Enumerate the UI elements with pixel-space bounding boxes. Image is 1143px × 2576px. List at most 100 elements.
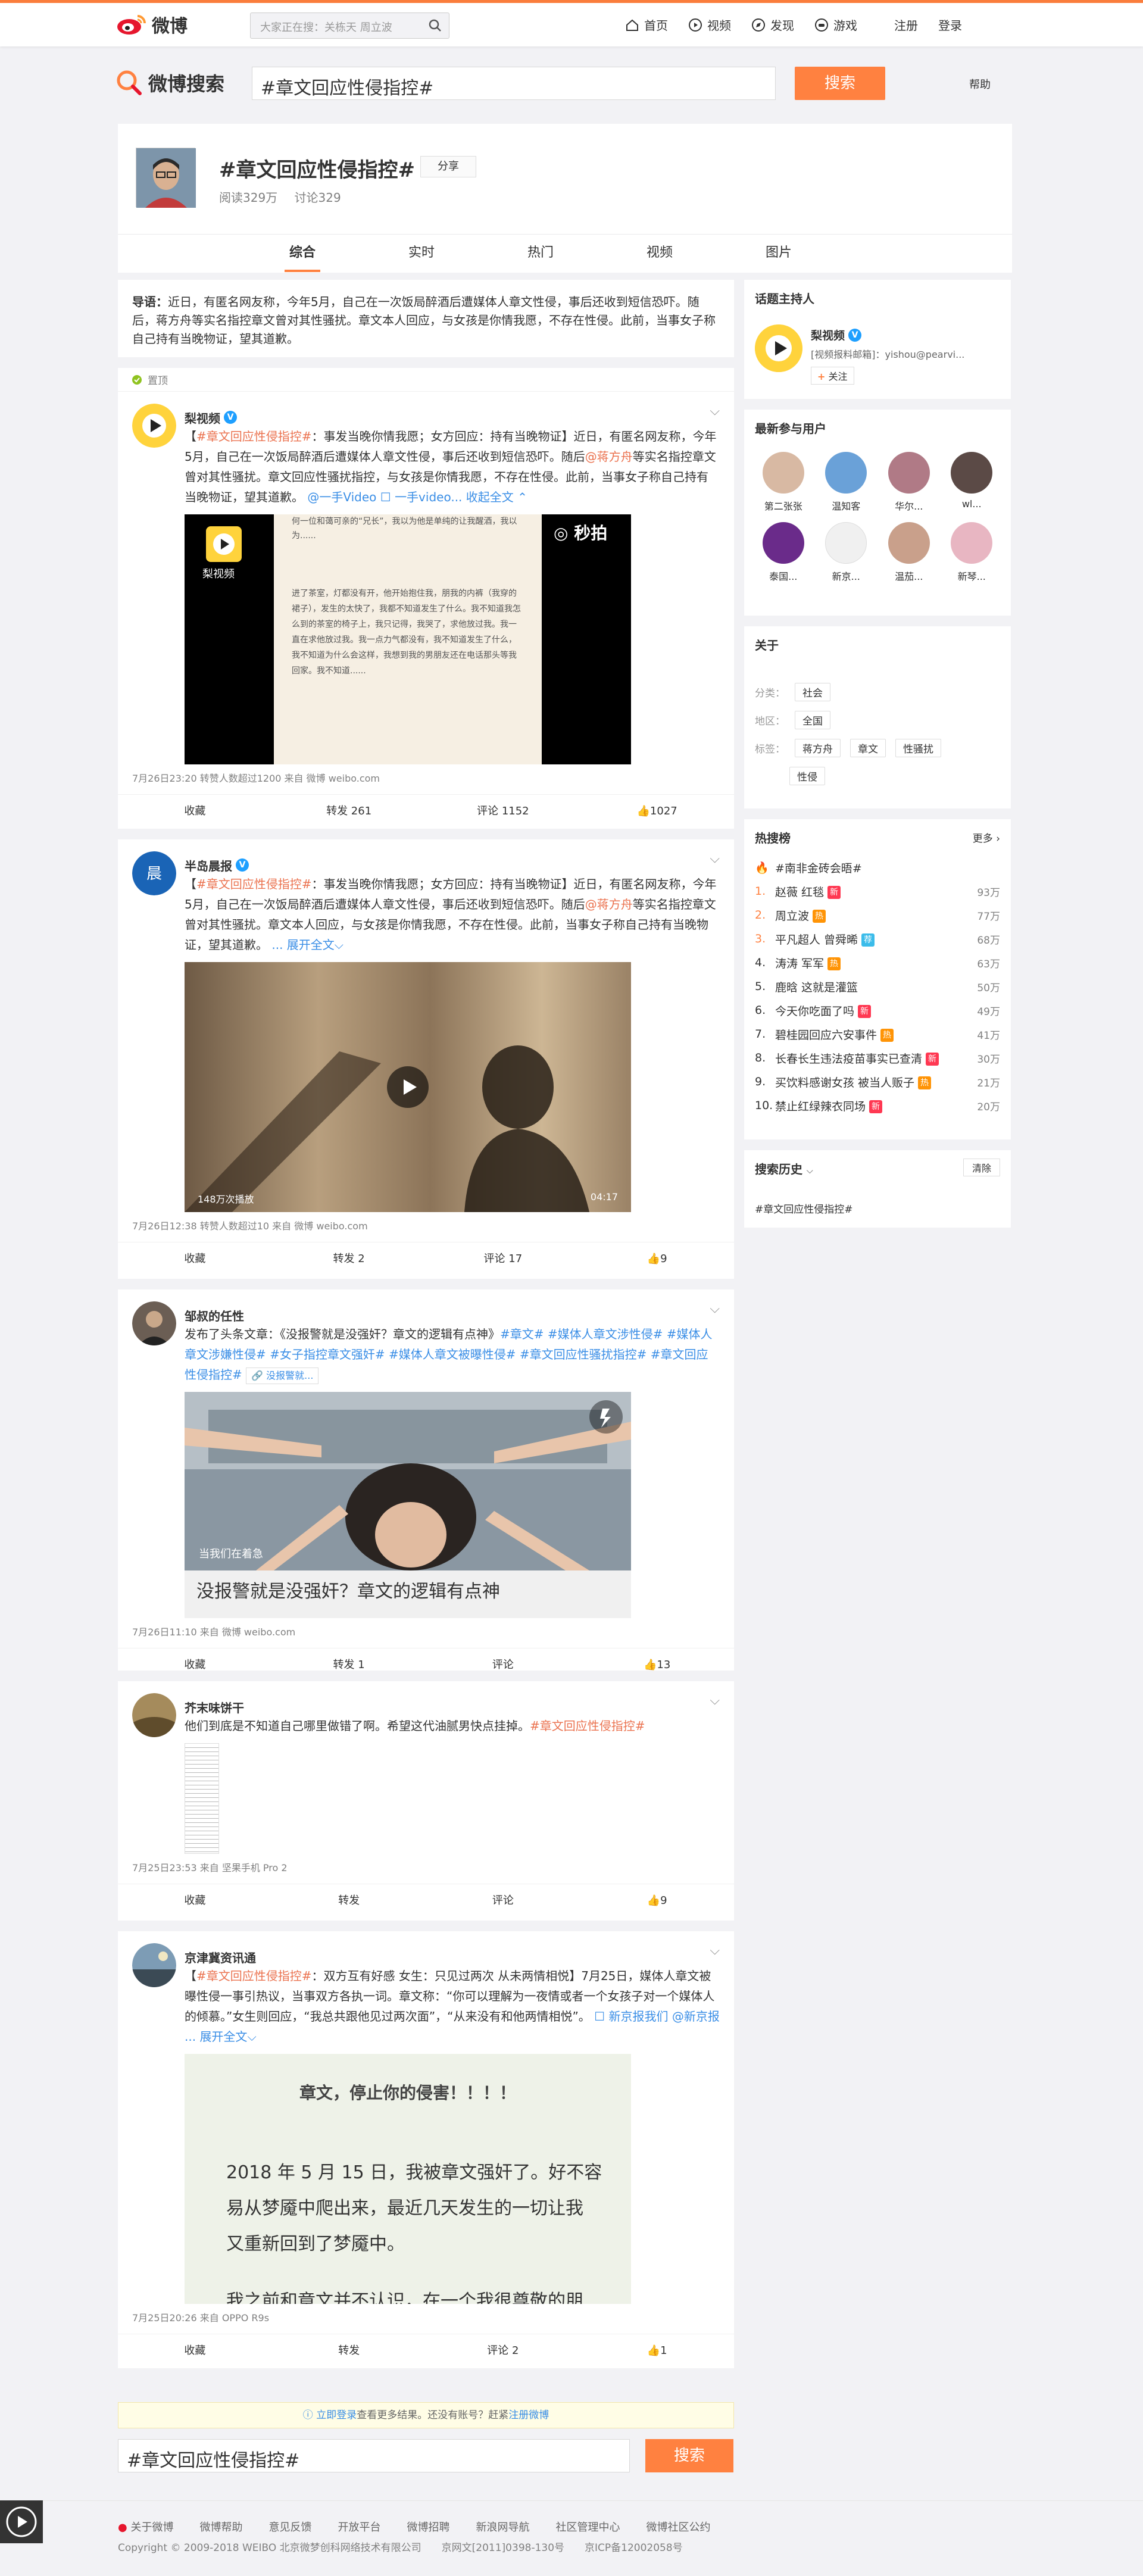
hot-search-item[interactable]: 9. 买饮料感谢女孩 被当人贩子热 21万 <box>755 1070 1000 1094</box>
search-query-input[interactable]: #章文回应性侵指控# <box>252 67 776 100</box>
tab-video[interactable]: 视频 <box>600 235 719 272</box>
avatar[interactable] <box>888 452 930 494</box>
repost-button[interactable]: 转发 2 <box>272 1242 426 1275</box>
participant-name[interactable]: 华尔... <box>895 501 923 512</box>
avatar[interactable] <box>132 1693 176 1737</box>
chevron-down-icon[interactable]: ⌵ <box>807 1166 813 1176</box>
mention-link[interactable]: @新京报 <box>672 2009 720 2024</box>
video-player[interactable]: 148万次播放 04:17 <box>185 962 631 1212</box>
share-button[interactable]: 分享 <box>420 156 476 177</box>
tab-all[interactable]: 综合 <box>243 235 362 272</box>
chevron-down-icon[interactable]: ⌵ <box>710 404 720 419</box>
participant-name[interactable]: 温茄... <box>895 571 923 582</box>
participant-name[interactable]: 温知客 <box>832 501 860 512</box>
post-thumbnail-image[interactable] <box>185 1743 219 1854</box>
post-username-text[interactable]: 芥末味饼干 <box>185 1698 244 1716</box>
expand-link[interactable]: ... 展开全文⌵ <box>271 938 343 952</box>
nav-game[interactable]: 游戏 <box>814 16 857 33</box>
expand-link[interactable]: ... 展开全文⌵ <box>185 2029 257 2044</box>
footer-link[interactable]: 社区管理中心 <box>555 2519 620 2534</box>
floating-player-button[interactable] <box>0 2500 43 2543</box>
post-username[interactable]: 梨视频 V <box>185 409 237 426</box>
hot-search-item[interactable]: 7. 碧桂园回应六安事件热 41万 <box>755 1022 1000 1046</box>
more-link[interactable]: 更多 › <box>973 830 1000 845</box>
host-name-text[interactable]: 梨视频 <box>811 327 845 343</box>
post-username[interactable]: 半岛晨报 V <box>185 857 249 874</box>
post-username[interactable]: 芥末味饼干 <box>185 1698 244 1716</box>
hot-search-item[interactable]: 3. 平凡超人 曾舜晞荐 68万 <box>755 927 1000 951</box>
chevron-down-icon[interactable]: ⌵ <box>710 1301 720 1316</box>
participant[interactable]: 新琴... <box>944 522 1001 583</box>
hot-keyword-text[interactable]: 平凡超人 曾舜晞 <box>775 933 858 947</box>
play-icon[interactable] <box>387 1066 429 1108</box>
hot-keyword[interactable]: 今天你吃面了吗新 <box>775 1003 958 1019</box>
participant[interactable]: 温知客 <box>818 452 875 513</box>
collapse-link[interactable]: 收起全文 ⌃ <box>466 490 527 504</box>
avatar[interactable] <box>132 1301 176 1345</box>
repost-button[interactable]: 转发 261 <box>272 795 426 828</box>
participant[interactable]: 华尔... <box>880 452 938 513</box>
tab-realtime[interactable]: 实时 <box>362 235 481 272</box>
expand-link-text[interactable]: 展开全文 <box>287 938 335 952</box>
hot-search-item[interactable]: 5. 鹿晗 这就是灌篮 50万 <box>755 975 1000 998</box>
hot-search-item[interactable]: 6. 今天你吃面了吗新 49万 <box>755 998 1000 1022</box>
avatar[interactable] <box>132 1943 176 1987</box>
login-now-link[interactable]: 立即登录 <box>316 2409 357 2421</box>
footer-link[interactable]: 微博社区公约 <box>646 2519 710 2534</box>
nav-video[interactable]: 视频 <box>688 16 731 33</box>
comment-button[interactable]: 评论 <box>426 1648 580 1681</box>
article-title[interactable]: 没报警就是没强奸？章文的逻辑有点神 <box>196 1576 500 1603</box>
participant[interactable]: 第二张张 <box>755 452 812 513</box>
more-label[interactable]: 更多 <box>973 833 993 845</box>
avatar[interactable] <box>762 522 804 564</box>
like-button[interactable]: 👍9 <box>580 1884 734 1917</box>
tag-pill[interactable]: 蒋方舟 <box>795 739 841 757</box>
participant[interactable]: 泰国... <box>755 522 812 583</box>
host-name[interactable]: 梨视频 V <box>811 327 964 343</box>
repost-button[interactable]: 转发 <box>272 1884 426 1917</box>
bottom-search-button[interactable]: 搜索 <box>645 2439 733 2472</box>
repost-button[interactable]: 转发 1 <box>272 1648 426 1681</box>
history-item[interactable]: #章文回应性侵指控# <box>755 1201 1000 1216</box>
collapse-link-text[interactable]: 收起全文 <box>466 490 514 504</box>
footer-link[interactable]: 意见反馈 <box>268 2519 311 2534</box>
footer-link[interactable]: 微博帮助 <box>199 2519 242 2534</box>
favorite-button[interactable]: 收藏 <box>118 1884 272 1917</box>
tag-pill[interactable]: 性侵 <box>789 767 825 785</box>
video-link-text[interactable]: 新京报我们 <box>608 2009 668 2024</box>
clear-history-button[interactable]: 清除 <box>963 1159 1000 1176</box>
comment-button[interactable]: 评论 2 <box>426 2334 580 2367</box>
hot-keyword[interactable]: 赵薇 红毯新 <box>775 883 958 900</box>
hot-search-item[interactable]: 1. 赵薇 红毯新 93万 <box>755 879 1000 903</box>
hot-search-item[interactable]: 🔥 #南非金砖会晤# <box>755 855 1000 879</box>
post-username-text[interactable]: 京津冀资讯通 <box>185 1949 256 1966</box>
hot-keyword-text[interactable]: 今天你吃面了吗 <box>775 1005 854 1018</box>
participant[interactable]: wl... <box>944 452 1001 513</box>
footer-link-text[interactable]: 关于微博 <box>130 2521 173 2534</box>
hot-keyword-text[interactable]: 鹿晗 这就是灌篮 <box>775 981 858 994</box>
register-link[interactable]: 注册 <box>894 16 918 33</box>
article-card[interactable]: 当我们在着急 没报警就是没强奸？章文的逻辑有点神 <box>185 1392 631 1618</box>
icp-link[interactable]: 京ICP备12002058号 <box>585 2539 683 2554</box>
post-username-text[interactable]: 邹叔的任性 <box>185 1307 244 1324</box>
tag-pill[interactable]: 章文 <box>850 739 886 757</box>
participant[interactable]: 温茄... <box>880 522 938 583</box>
footer-link[interactable]: 新浪网导航 <box>476 2519 529 2534</box>
hot-keyword-text[interactable]: 碧桂园回应六安事件 <box>775 1029 877 1042</box>
participant-name[interactable]: 新京... <box>832 571 860 582</box>
favorite-button[interactable]: 收藏 <box>118 1648 272 1681</box>
avatar[interactable]: 晨 <box>132 851 176 895</box>
mention-link[interactable]: @蒋方舟 <box>585 449 633 464</box>
comment-button[interactable]: 评论 17 <box>426 1242 580 1275</box>
video-link[interactable]: ☐ 一手video... <box>380 490 463 504</box>
login-link[interactable]: 登录 <box>938 16 962 33</box>
host-avatar[interactable] <box>755 324 802 372</box>
hot-keyword-text[interactable]: 买饮料感谢女孩 被当人贩子 <box>775 1076 914 1089</box>
category-pill[interactable]: 社会 <box>795 683 830 701</box>
mention-link[interactable]: @蒋方舟 <box>585 897 633 911</box>
hot-keyword[interactable]: 周立波热 <box>775 907 958 923</box>
article-link-text[interactable]: 没报警就... <box>266 1370 313 1381</box>
nav-discover[interactable]: 发现 <box>751 16 794 33</box>
hot-keyword[interactable]: 平凡超人 曾舜晞荐 <box>775 931 958 947</box>
hot-keyword-text[interactable]: 禁止红绿辣衣同场 <box>775 1100 866 1113</box>
